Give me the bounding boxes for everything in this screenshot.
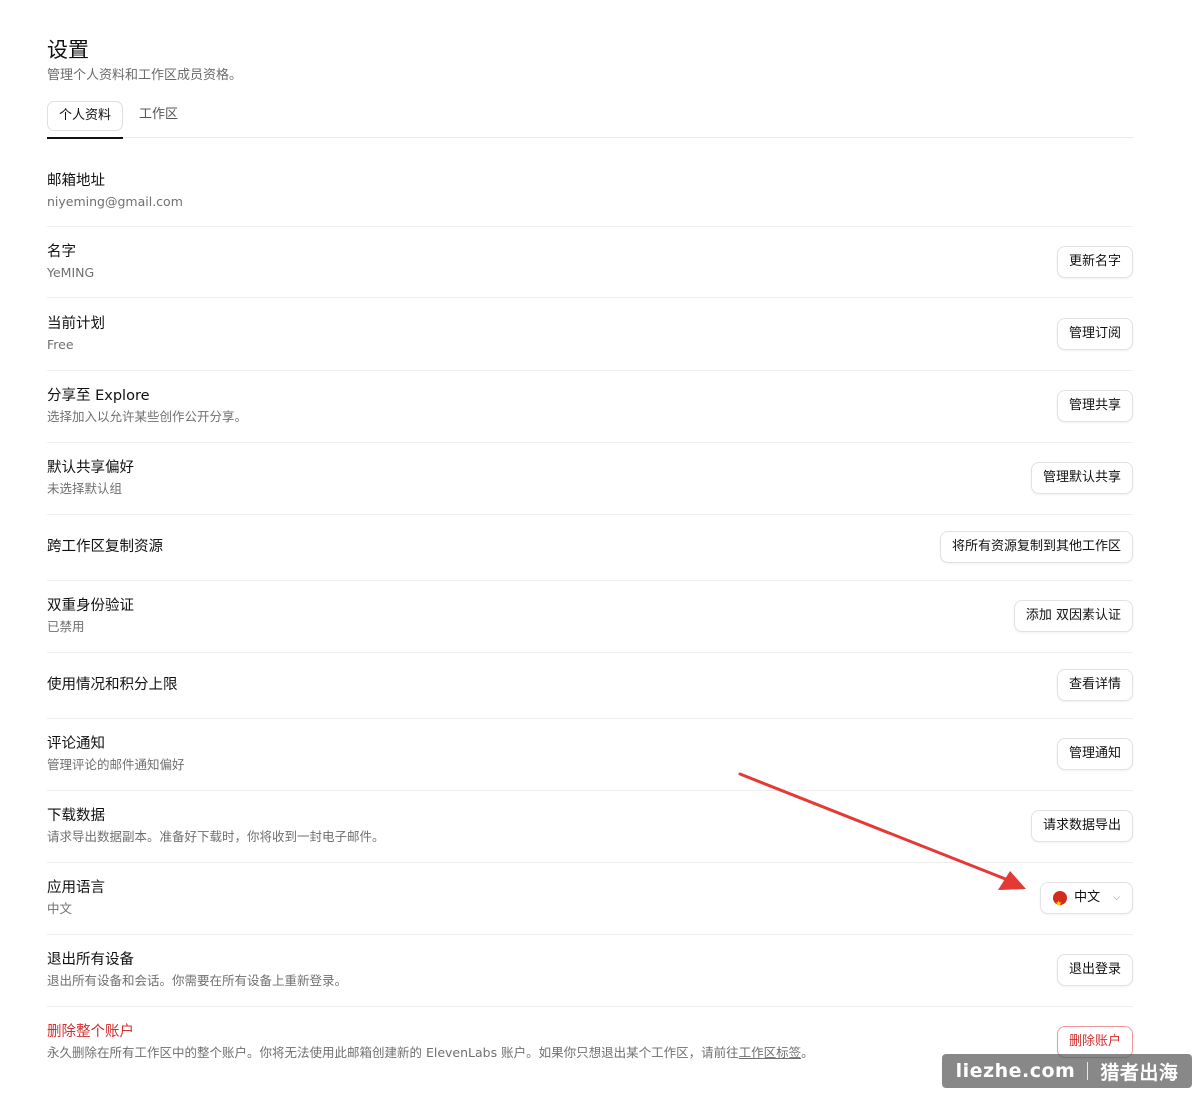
row-default-share: 默认共享偏好 未选择默认组 管理默认共享 bbox=[47, 442, 1133, 515]
row-desc: 未选择默认组 bbox=[47, 481, 123, 496]
manage-sharing-button[interactable]: 管理共享 bbox=[1056, 390, 1133, 422]
row-desc: YeMING bbox=[47, 264, 95, 280]
row-title: 评论通知 bbox=[47, 736, 105, 752]
delete-desc-text: 永久删除在所有工作区中的整个账户。你将无法使用此邮箱创建新的 ElevenLab… bbox=[47, 1045, 739, 1060]
watermark-brand: 猎者出海 bbox=[1100, 1061, 1179, 1084]
row-title: 邮箱地址 bbox=[47, 173, 105, 189]
manage-subscription-button[interactable]: 管理订阅 bbox=[1056, 317, 1133, 350]
row-download-data: 下载数据 请求导出数据副本。准备好下载时，你将收到一封电子邮件。 请求数据导出 bbox=[47, 790, 1133, 863]
row-title: 使用情况和积分上限 bbox=[47, 677, 178, 693]
language-select[interactable]: 中文 ⌵ bbox=[1040, 882, 1133, 919]
china-flag-icon bbox=[1053, 889, 1068, 919]
row-desc: Free bbox=[47, 336, 74, 352]
row-two-factor: 双重身份验证 已禁用 添加 双因素认证 bbox=[47, 580, 1133, 653]
watermark: liezhe.com 猎者出海 bbox=[942, 1054, 1192, 1088]
row-desc: 永久删除在所有工作区中的整个账户。你将无法使用此邮箱创建新的 ElevenLab… bbox=[47, 1044, 814, 1062]
update-name-button[interactable]: 更新名字 bbox=[1056, 245, 1133, 278]
copy-resources-button[interactable]: 将所有资源复制到其他工作区 bbox=[939, 531, 1133, 563]
row-desc: 选择加入以允许某些创作公开分享。 bbox=[47, 409, 248, 424]
row-desc: 管理评论的邮件通知偏好 bbox=[47, 757, 185, 772]
row-title: 删除整个账户 bbox=[47, 1024, 134, 1040]
row-title: 名字 bbox=[47, 243, 76, 260]
watermark-divider bbox=[1087, 1062, 1089, 1080]
row-desc: 中文 bbox=[47, 901, 73, 916]
row-desc: 请求导出数据副本。准备好下载时，你将收到一封电子邮件。 bbox=[47, 829, 385, 844]
row-desc: 退出所有设备和会话。你需要在所有设备上重新登录。 bbox=[47, 973, 348, 988]
chevron-down-icon: ⌵ bbox=[1113, 893, 1120, 903]
workspace-tab-link[interactable]: 工作区标签 bbox=[739, 1045, 802, 1060]
row-title: 跨工作区复制资源 bbox=[47, 539, 163, 555]
row-desc: 已禁用 bbox=[47, 619, 85, 634]
row-share-explore: 分享至 Explore 选择加入以允许某些创作公开分享。 管理共享 bbox=[47, 370, 1133, 443]
row-desc: niyeming@gmail.com bbox=[47, 194, 183, 209]
add-2fa-button[interactable]: 添加 双因素认证 bbox=[1013, 600, 1133, 632]
row-name: 名字 YeMING 更新名字 bbox=[47, 226, 1133, 298]
settings-tabs: 个人资料 工作区 bbox=[47, 101, 1133, 139]
watermark-site: liezhe.com bbox=[955, 1060, 1076, 1082]
manage-default-sharing-button[interactable]: 管理默认共享 bbox=[1030, 462, 1133, 494]
row-copy-resources: 跨工作区复制资源 将所有资源复制到其他工作区 bbox=[47, 514, 1133, 581]
language-select-value: 中文 bbox=[1074, 890, 1101, 905]
manage-notifications-button[interactable]: 管理通知 bbox=[1056, 738, 1133, 770]
page-title: 设置 bbox=[47, 38, 89, 62]
page-header: 设置 管理个人资料和工作区成员资格。 bbox=[47, 36, 242, 85]
request-export-button[interactable]: 请求数据导出 bbox=[1030, 810, 1133, 842]
row-comment-notifications: 评论通知 管理评论的邮件通知偏好 管理通知 bbox=[47, 718, 1133, 791]
row-title: 双重身份验证 bbox=[47, 598, 134, 614]
view-details-button[interactable]: 查看详情 bbox=[1056, 669, 1133, 701]
row-title: 当前计划 bbox=[47, 315, 105, 332]
logout-button[interactable]: 退出登录 bbox=[1056, 954, 1133, 986]
row-title: 分享至 Explore bbox=[47, 388, 150, 404]
row-title: 应用语言 bbox=[47, 880, 105, 896]
row-app-language: 应用语言 中文 中文 ⌵ bbox=[47, 862, 1133, 935]
tab-workspace[interactable]: 工作区 bbox=[137, 101, 180, 129]
delete-desc-end: 。 bbox=[801, 1045, 814, 1060]
page-subtitle: 管理个人资料和工作区成员资格。 bbox=[47, 68, 243, 83]
row-title: 默认共享偏好 bbox=[47, 460, 134, 476]
row-usage: 使用情况和积分上限 查看详情 bbox=[47, 652, 1133, 719]
row-email: 邮箱地址 niyeming@gmail.com bbox=[47, 156, 1133, 227]
row-title: 退出所有设备 bbox=[47, 952, 134, 968]
tab-profile[interactable]: 个人资料 bbox=[47, 101, 123, 139]
row-title: 下载数据 bbox=[47, 808, 105, 824]
row-logout-all: 退出所有设备 退出所有设备和会话。你需要在所有设备上重新登录。 退出登录 bbox=[47, 934, 1133, 1007]
row-plan: 当前计划 Free 管理订阅 bbox=[47, 297, 1133, 371]
